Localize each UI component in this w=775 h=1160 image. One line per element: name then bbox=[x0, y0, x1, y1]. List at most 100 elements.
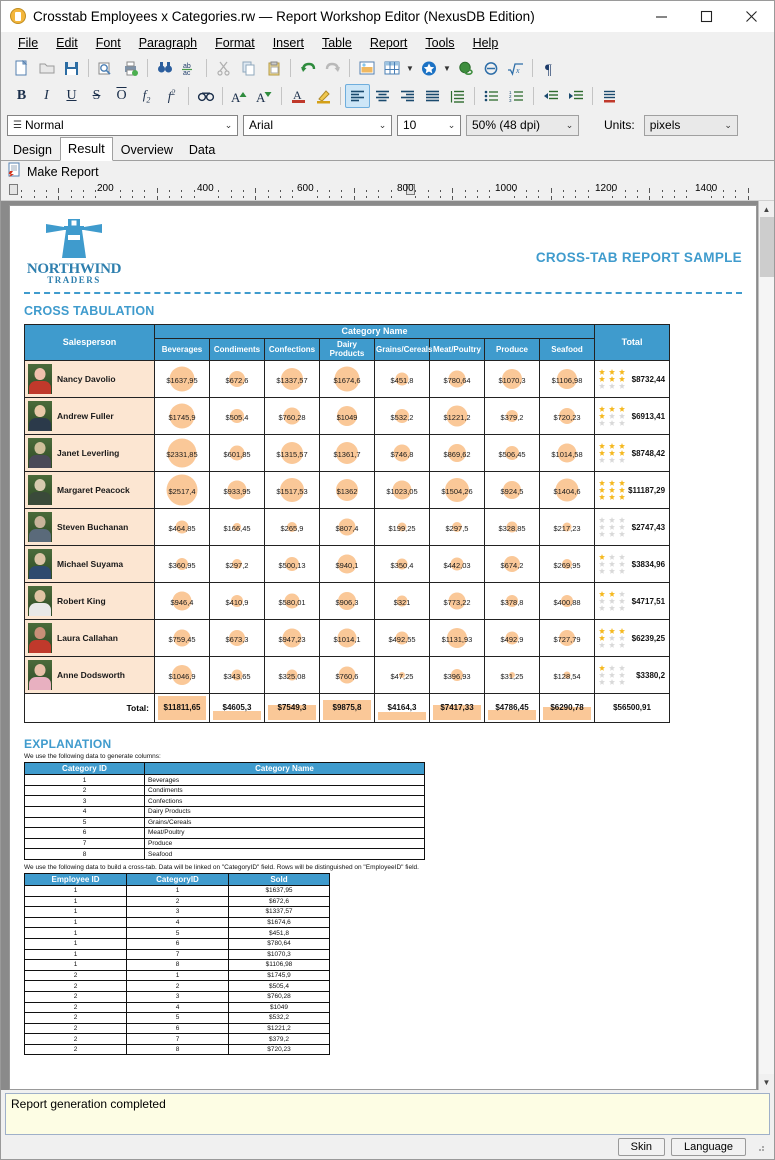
chevron-down-icon[interactable]: ⌄ bbox=[443, 120, 460, 131]
paragraph-mark-icon[interactable]: ¶ bbox=[537, 56, 562, 80]
numbered-list-button[interactable]: 123 bbox=[504, 84, 529, 108]
hidden-text-icon[interactable] bbox=[193, 84, 218, 108]
value-label: $1337,57 bbox=[276, 376, 308, 386]
scroll-up-icon[interactable]: ▲ bbox=[758, 201, 774, 217]
align-center-button[interactable] bbox=[370, 84, 395, 108]
sold-cell: 2 bbox=[126, 980, 229, 992]
chevron-down-icon[interactable]: ⌄ bbox=[561, 120, 578, 131]
font-size-select[interactable]: 10 ⌄ bbox=[397, 114, 461, 136]
paste-icon[interactable] bbox=[261, 56, 286, 80]
bullet-list-button[interactable] bbox=[479, 84, 504, 108]
menu-edit[interactable]: Edit bbox=[47, 34, 87, 52]
font-color-icon[interactable]: A bbox=[286, 84, 311, 108]
copy-icon[interactable] bbox=[236, 56, 261, 80]
row-total-label: $6913,41 bbox=[631, 411, 666, 421]
table-row: 6 Meat/Poultry bbox=[24, 827, 425, 839]
table-row: Michael Suyama $360,95 $297,2 $500,13 $940,1… bbox=[24, 545, 671, 584]
open-icon[interactable] bbox=[34, 56, 59, 80]
insert-image-icon[interactable] bbox=[354, 56, 379, 80]
menu-file[interactable]: File bbox=[9, 34, 47, 52]
menu-insert[interactable]: Insert bbox=[264, 34, 313, 52]
resize-grip[interactable] bbox=[754, 1141, 766, 1153]
insert-object-dropdown-icon[interactable]: ▼ bbox=[441, 64, 453, 73]
chevron-down-icon[interactable]: ⌄ bbox=[720, 120, 737, 131]
scrollbar-track[interactable] bbox=[758, 277, 774, 1074]
shrink-font-icon[interactable]: A bbox=[252, 84, 277, 108]
formula-icon[interactable]: x bbox=[503, 56, 528, 80]
table-row: 2 8 $720,23 bbox=[24, 1043, 330, 1056]
spellcheck-icon[interactable]: ab ac bbox=[177, 56, 202, 80]
units-select[interactable]: pixels ⌄ bbox=[643, 114, 738, 136]
line-spacing-button[interactable] bbox=[445, 84, 470, 108]
insert-table-dropdown-icon[interactable]: ▼ bbox=[404, 64, 416, 73]
sold-cell: 4 bbox=[126, 1001, 229, 1014]
horizontal-ruler[interactable]: 200 400 600 800 1000 1200 1400 bbox=[1, 183, 774, 201]
insert-table-icon[interactable] bbox=[379, 56, 404, 80]
ruler-left-margin-marker[interactable] bbox=[9, 184, 18, 195]
symbol-icon[interactable] bbox=[478, 56, 503, 80]
skin-button[interactable]: Skin bbox=[617, 1138, 666, 1156]
strikethrough-button[interactable]: S bbox=[84, 84, 109, 108]
chevron-down-icon[interactable]: ⌄ bbox=[374, 120, 391, 131]
crosstab-body: Nancy Davolio $1637,95 $672,6 $1337,57 $1674… bbox=[24, 360, 671, 695]
scroll-down-icon[interactable]: ▼ bbox=[758, 1074, 774, 1090]
style-select[interactable]: ☰ Normal ⌄ bbox=[7, 114, 238, 136]
menu-format[interactable]: Format bbox=[206, 34, 264, 52]
rating-dot bbox=[599, 406, 606, 413]
underline-button[interactable]: U bbox=[59, 84, 84, 108]
borders-button[interactable] bbox=[597, 84, 622, 108]
print-icon[interactable] bbox=[118, 56, 143, 80]
zoom-select[interactable]: 50% (48 dpi) ⌄ bbox=[466, 114, 579, 136]
print-preview-icon[interactable] bbox=[93, 56, 118, 80]
align-left-button[interactable] bbox=[345, 84, 370, 108]
sold-cell: $1070,3 bbox=[228, 948, 330, 961]
align-right-button[interactable] bbox=[395, 84, 420, 108]
undo-icon[interactable] bbox=[295, 56, 320, 80]
menu-report[interactable]: Report bbox=[361, 34, 417, 52]
salesperson-cell: Anne Dodsworth bbox=[24, 656, 155, 695]
vertical-scrollbar[interactable]: ▲ ▼ bbox=[758, 201, 774, 1090]
italic-button[interactable]: I bbox=[34, 84, 59, 108]
value-label: $2517,4 bbox=[168, 487, 196, 497]
header-category-4: Grains/Cereals bbox=[374, 338, 432, 362]
tab-result[interactable]: Result bbox=[59, 137, 113, 161]
save-icon[interactable] bbox=[59, 56, 84, 80]
close-icon[interactable] bbox=[729, 1, 774, 32]
chevron-down-icon[interactable]: ⌄ bbox=[220, 120, 237, 131]
value-label: $492,55 bbox=[388, 635, 416, 645]
insert-object-icon[interactable] bbox=[416, 56, 441, 80]
menu-help-label: Help bbox=[472, 36, 499, 50]
grow-font-icon[interactable]: A bbox=[227, 84, 252, 108]
minimize-icon[interactable] bbox=[639, 1, 684, 32]
crosstab-footer: Total: $11811,65 $4605,3 $7549,3 $9875,8 $416… bbox=[24, 693, 671, 724]
font-family-select[interactable]: Arial ⌄ bbox=[243, 114, 392, 136]
menu-help[interactable]: Help bbox=[464, 34, 508, 52]
maximize-icon[interactable] bbox=[684, 1, 729, 32]
overline-button[interactable]: O bbox=[109, 84, 134, 108]
menu-font[interactable]: Font bbox=[87, 34, 130, 52]
highlight-icon[interactable] bbox=[311, 84, 336, 108]
superscript-button[interactable]: f2 bbox=[159, 84, 184, 108]
scrollbar-thumb[interactable] bbox=[759, 217, 774, 277]
align-justify-button[interactable] bbox=[420, 84, 445, 108]
menu-table[interactable]: Table bbox=[313, 34, 361, 52]
menu-tools[interactable]: Tools bbox=[416, 34, 463, 52]
value-cell: $297,2 bbox=[209, 545, 265, 584]
find-icon[interactable] bbox=[152, 56, 177, 80]
tab-overview[interactable]: Overview bbox=[113, 140, 181, 161]
subscript-button[interactable]: f2 bbox=[134, 84, 159, 108]
hyperlink-icon[interactable] bbox=[453, 56, 478, 80]
report-page: NORTHWIND TRADERS CROSS-TAB REPORT SAMPL… bbox=[9, 205, 757, 1090]
tab-data[interactable]: Data bbox=[181, 140, 223, 161]
language-button[interactable]: Language bbox=[671, 1138, 746, 1156]
category-cell: 5 bbox=[24, 816, 145, 829]
tab-design[interactable]: Design bbox=[5, 140, 60, 161]
value-label: $674,2 bbox=[500, 561, 524, 571]
bold-button[interactable]: B bbox=[9, 84, 34, 108]
increase-indent-button[interactable] bbox=[563, 84, 588, 108]
make-report-label[interactable]: Make Report bbox=[27, 165, 99, 179]
decrease-indent-button[interactable] bbox=[538, 84, 563, 108]
value-label: $360,95 bbox=[168, 561, 196, 571]
menu-paragraph[interactable]: Paragraph bbox=[130, 34, 206, 52]
new-icon[interactable] bbox=[9, 56, 34, 80]
